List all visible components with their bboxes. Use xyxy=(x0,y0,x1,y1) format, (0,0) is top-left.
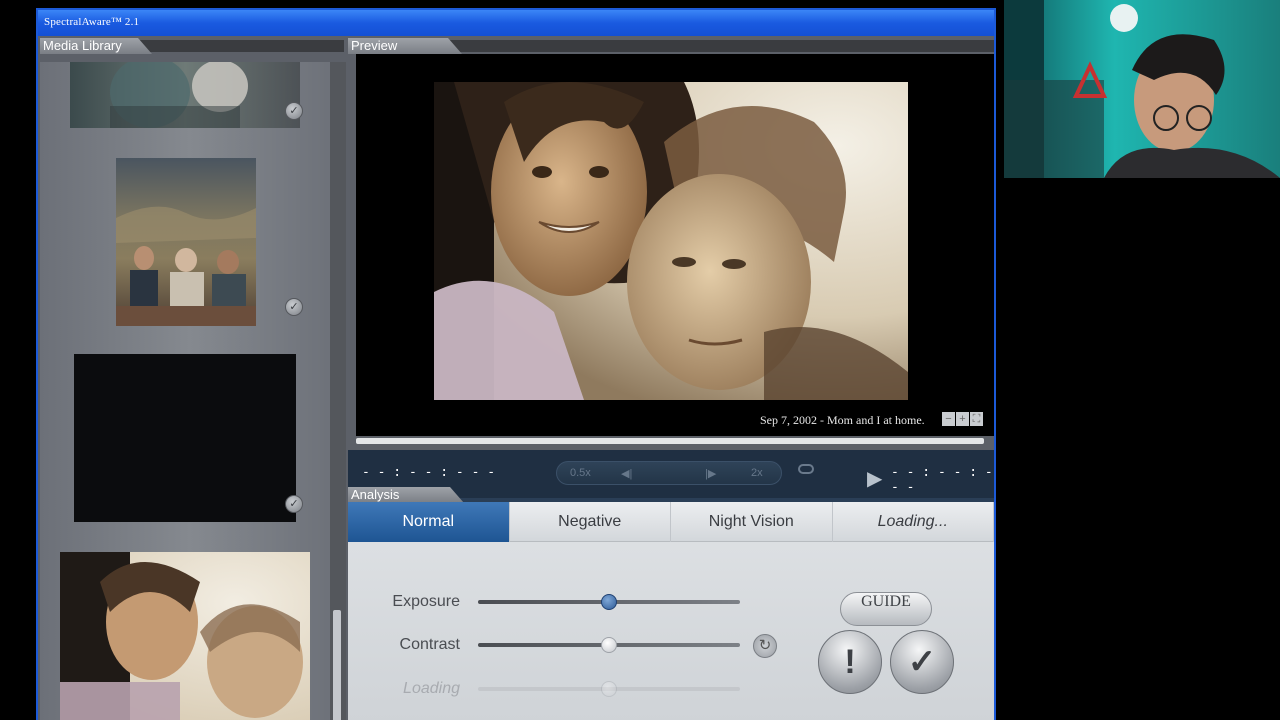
check-icon[interactable]: ✓ xyxy=(285,102,303,120)
check-icon[interactable]: ✓ xyxy=(285,298,303,316)
loading-slider-row: Loading xyxy=(348,677,768,701)
guide-button[interactable]: GUIDE xyxy=(840,592,932,626)
analysis-panel: Normal Negative Night Vision Loading... … xyxy=(348,502,994,720)
analysis-header: Analysis xyxy=(348,487,464,503)
library-thumbnail-selected[interactable] xyxy=(60,552,310,720)
zoom-controls: − + ⛶ xyxy=(942,412,983,426)
loading-label: Loading xyxy=(403,680,460,697)
contrast-slider-knob[interactable] xyxy=(601,637,617,653)
play-button[interactable]: ▶ xyxy=(867,466,882,491)
app-window: SpectralAware™ 2.1 Media Library ✓ ✓ ✓ P… xyxy=(36,8,996,720)
speed-fast-button[interactable]: 2x xyxy=(751,467,763,479)
alert-button[interactable]: ! xyxy=(818,630,882,694)
total-time: - - : - - : - - - xyxy=(891,465,993,495)
zoom-in-button[interactable]: + xyxy=(956,412,969,426)
current-time: - - : - - : - - - xyxy=(362,465,496,480)
previous-frame-button[interactable]: ◀| xyxy=(621,467,632,480)
preview-viewport[interactable]: Sep 7, 2002 - Mom and I at home. − + ⛶ xyxy=(356,54,994,436)
library-thumbnail[interactable]: ✓ xyxy=(70,62,303,128)
preview-caption: Sep 7, 2002 - Mom and I at home. xyxy=(760,413,925,427)
playback-progress[interactable] xyxy=(356,438,984,444)
screen: SpectralAware™ 2.1 Media Library ✓ ✓ ✓ P… xyxy=(0,0,1280,720)
library-thumbnail-image xyxy=(74,354,296,522)
tab-loading[interactable]: Loading... xyxy=(833,502,994,542)
fullscreen-button[interactable]: ⛶ xyxy=(970,412,983,426)
library-thumbnail[interactable]: ✓ xyxy=(116,158,308,326)
next-frame-button[interactable]: |▶ xyxy=(705,467,716,480)
exposure-label: Exposure xyxy=(392,593,460,610)
library-thumbnail[interactable]: ✓ xyxy=(74,354,308,522)
contrast-slider-row: Contrast xyxy=(348,633,768,657)
titlebar[interactable]: SpectralAware™ 2.1 xyxy=(38,10,994,36)
library-thumbnail-image xyxy=(60,552,310,720)
webcam-overlay xyxy=(1004,0,1280,178)
library-thumbnail-image xyxy=(70,62,300,128)
library-scrollbar-thumb[interactable] xyxy=(333,610,341,720)
exposure-slider-knob[interactable] xyxy=(601,594,617,610)
mode-tabs: Normal Negative Night Vision Loading... xyxy=(348,502,994,542)
media-library: ✓ ✓ ✓ xyxy=(40,62,340,720)
tab-negative[interactable]: Negative xyxy=(510,502,671,542)
tab-normal[interactable]: Normal xyxy=(348,502,510,542)
library-header: Media Library xyxy=(40,38,152,54)
confirm-button[interactable]: ✓ xyxy=(890,630,954,694)
exposure-slider-row: Exposure xyxy=(348,590,768,614)
loop-icon[interactable] xyxy=(798,464,814,474)
speed-slow-button[interactable]: 0.5x xyxy=(570,467,591,479)
app-title: SpectralAware™ 2.1 xyxy=(44,16,140,28)
zoom-out-button[interactable]: − xyxy=(942,412,955,426)
transport-controls: 0.5x ◀| ▶ |▶ 2x xyxy=(556,461,882,490)
reset-icon[interactable]: ↻ xyxy=(753,634,777,658)
loading-slider-knob xyxy=(601,681,617,697)
library-scrollbar[interactable] xyxy=(330,62,346,720)
check-icon[interactable]: ✓ xyxy=(285,495,303,513)
contrast-label: Contrast xyxy=(399,636,460,653)
preview-image xyxy=(434,82,908,400)
library-thumbnail-image xyxy=(116,158,256,326)
preview-header: Preview xyxy=(348,38,462,54)
tab-night-vision[interactable]: Night Vision xyxy=(671,502,833,542)
